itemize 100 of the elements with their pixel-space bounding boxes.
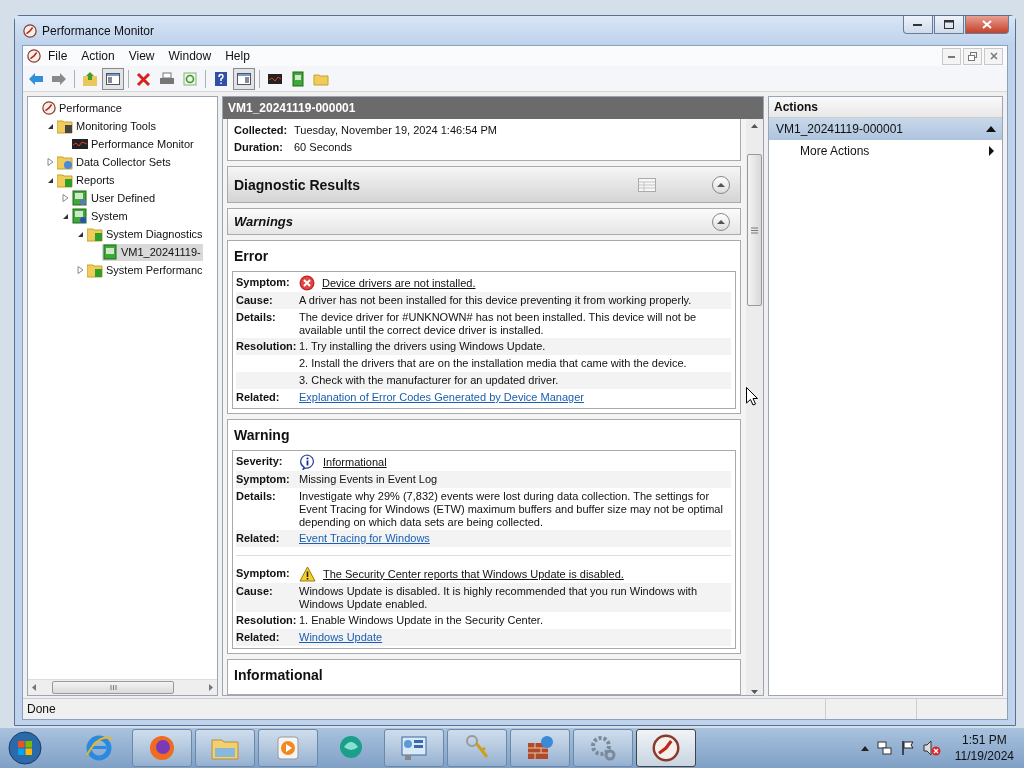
show-hidden-icons-arrow-icon[interactable] [860,745,869,751]
help-link[interactable]: Explanation of Error Codes Generated by Device Manager [299,391,584,403]
actions-title: Actions [769,97,1002,118]
speaker-muted-icon[interactable] [922,740,941,756]
close-button[interactable] [984,47,1003,65]
restore-button[interactable] [963,47,982,65]
field-label: Related: [236,531,281,545]
clock-time[interactable]: 1:51 PM [962,732,1007,748]
collapse-button[interactable] [712,175,730,194]
field-label: Related: [236,390,281,404]
field-value: 3. Check with the manufacturer for an updated driver. [299,373,560,387]
folder-icon [87,226,103,242]
report-icon [102,244,118,260]
section-title: Warnings [234,214,293,229]
menu-item[interactable]: File [41,48,75,64]
tree-item[interactable]: VM1_20241119- [102,243,203,261]
collapse-button[interactable] [712,212,730,231]
field-label: Resolution: [236,339,298,353]
field-value: Missing Events in Event Log [299,472,439,486]
scroll-right-arrow-icon[interactable] [208,684,214,691]
refresh-icon [182,70,198,87]
taskbar-button[interactable] [132,729,192,767]
maximize-icon [944,20,954,29]
grip-icon [751,226,758,234]
menu-item[interactable]: Window [161,48,219,64]
delete-icon [136,70,152,87]
e-browser-icon [84,733,114,763]
expand-arrow-icon[interactable] [44,158,55,166]
tree-item[interactable]: Performance Monitor [72,135,196,153]
tree-item[interactable]: User Defined [72,189,158,207]
tree-item[interactable]: Data Collector Sets [57,153,173,171]
symptom-link[interactable]: Device drivers are not installed. [322,276,476,290]
symptom-link[interactable]: Informational [323,455,387,469]
menu-item[interactable]: Action [74,48,122,64]
chart-icon [72,136,88,152]
taskbar-button[interactable] [636,729,696,767]
field-label: Duration: [234,140,284,153]
report-title: VM1_20241119-000001 [223,97,763,119]
field-value: 60 Seconds [294,140,353,153]
folder-icon [57,154,73,170]
field-label: Cause: [236,584,274,598]
scrollbar-thumb[interactable] [747,154,762,306]
warning-icon [299,566,316,582]
action-pane-icon [236,70,252,87]
field-label: Symptom: [236,275,291,289]
field-label: Resolution: [236,613,298,627]
caret-up-icon [716,181,726,188]
close-icon [989,52,998,60]
help-icon [213,70,229,87]
clock-date[interactable]: 11/19/2024 [954,748,1014,764]
folder-icon [57,118,73,134]
gauge-icon [23,23,37,38]
folder-icon [57,172,73,188]
taskbar-button[interactable] [510,729,570,767]
tree-item[interactable]: System Diagnostics [87,225,205,243]
network-icon[interactable] [876,740,893,756]
field-label: Symptom: [236,472,291,486]
symptom-link[interactable]: The Security Center reports that Windows Update is disabled. [323,567,624,581]
scrollbar-thumb[interactable] [52,681,174,694]
minimize-button[interactable] [903,16,933,34]
horizontal-scrollbar[interactable] [28,679,217,695]
window-title: Performance Monitor [42,23,155,38]
grip-icon [109,685,117,690]
group-title: Warning [233,426,291,445]
toolbar-button[interactable] [233,67,255,90]
scroll-up-arrow-icon[interactable] [751,123,758,128]
scroll-down-arrow-icon[interactable] [751,690,758,695]
field-value: Windows Update is disabled. It is highly recommended that you run Windows with Windows Update enabled. [299,584,699,611]
field-label: Cause: [236,293,274,307]
action-item[interactable]: More Actions [800,144,870,158]
tree-item[interactable]: Performance [42,99,124,117]
caret-up-icon [716,218,726,225]
scroll-left-arrow-icon[interactable] [31,684,37,691]
collapse-arrow-icon [986,126,996,132]
submenu-arrow-icon [989,146,994,156]
help-link[interactable]: Windows Update [299,631,383,643]
toolbar-button[interactable] [102,67,124,90]
field-value: 1. Enable Windows Update in the Security Center. [299,613,544,627]
help-link[interactable]: Event Tracing for Windows [299,532,430,544]
report-icon [72,208,88,224]
menu-item[interactable]: Help [218,48,257,64]
tree-item[interactable]: System [72,207,130,225]
action-group-header[interactable]: VM1_20241119-000001 [769,118,1002,140]
gauge-icon [652,734,680,762]
forward-arrow-icon [51,70,67,87]
menu-item[interactable]: View [121,48,162,64]
close-icon [982,20,992,29]
close-button[interactable] [965,16,1009,34]
tree-item[interactable]: System Performanc [87,261,205,279]
maximize-button[interactable] [934,16,964,34]
flag-icon[interactable] [900,740,915,756]
field-value: Tuesday, November 19, 2024 1:46:54 PM [294,123,497,136]
tree-item[interactable]: Monitoring Tools [57,117,158,135]
field-label: Collected: [234,123,289,136]
taskbar-button[interactable] [384,729,444,767]
status-text: Done [26,701,57,718]
tree-item[interactable]: Reports [57,171,117,189]
expand-arrow-icon[interactable] [74,266,85,274]
expand-arrow-icon[interactable] [59,194,70,202]
vertical-scrollbar[interactable] [746,119,763,695]
